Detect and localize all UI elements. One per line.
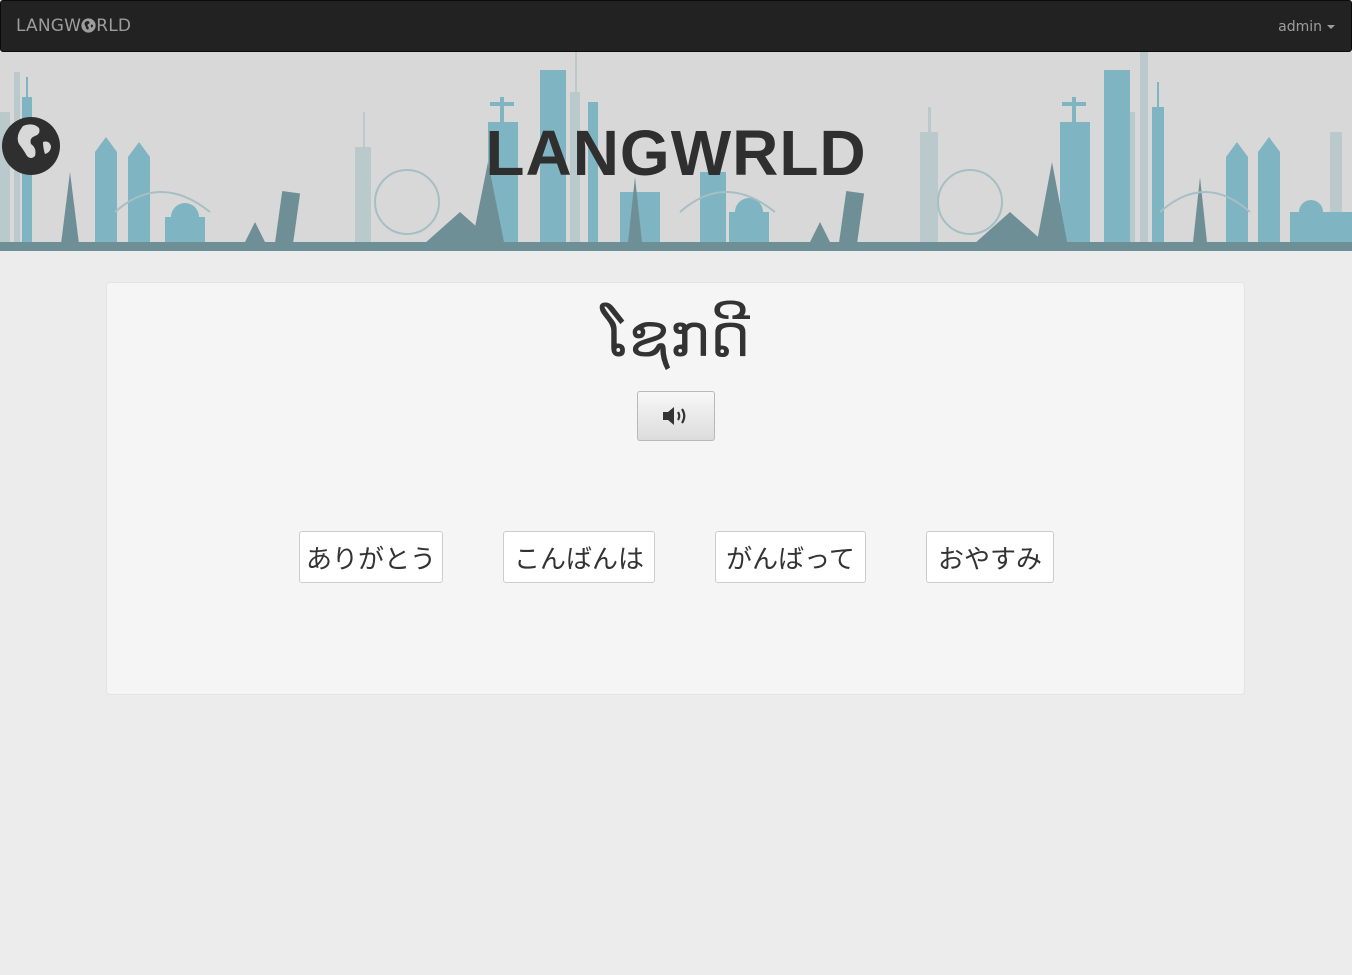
top-navbar: LANGW RLD admin: [0, 0, 1352, 52]
hero-banner: LANGW RLD: [0, 52, 1352, 251]
speaker-icon: [663, 407, 686, 425]
user-name: admin: [1278, 19, 1322, 35]
brand-text-start: LANGW: [16, 16, 82, 36]
answer-option-1[interactable]: ありがとう: [299, 531, 443, 583]
answer-option-4[interactable]: おやすみ: [926, 531, 1054, 583]
brand-text-end: RLD: [96, 16, 132, 36]
answer-option-2[interactable]: こんばんは: [503, 531, 655, 583]
hero-logo-text-end: RLD: [732, 117, 867, 189]
brand-link[interactable]: LANGW RLD: [16, 1, 131, 51]
hero-logo: LANGW RLD: [0, 116, 1352, 190]
caret-down-icon: [1327, 25, 1335, 29]
globe-icon: [2, 117, 60, 175]
user-menu-dropdown[interactable]: admin: [1278, 1, 1335, 51]
play-audio-button[interactable]: [637, 391, 715, 441]
globe-icon: [81, 18, 96, 33]
prompt-word: ໂຊກດີ: [600, 301, 750, 371]
answer-option-3[interactable]: がんばって: [715, 531, 866, 583]
quiz-panel: ໂຊກດີ ありがとう こんばんは がんばって おやすみ: [106, 282, 1245, 695]
hero-logo-text-start: LANGW: [485, 117, 733, 189]
